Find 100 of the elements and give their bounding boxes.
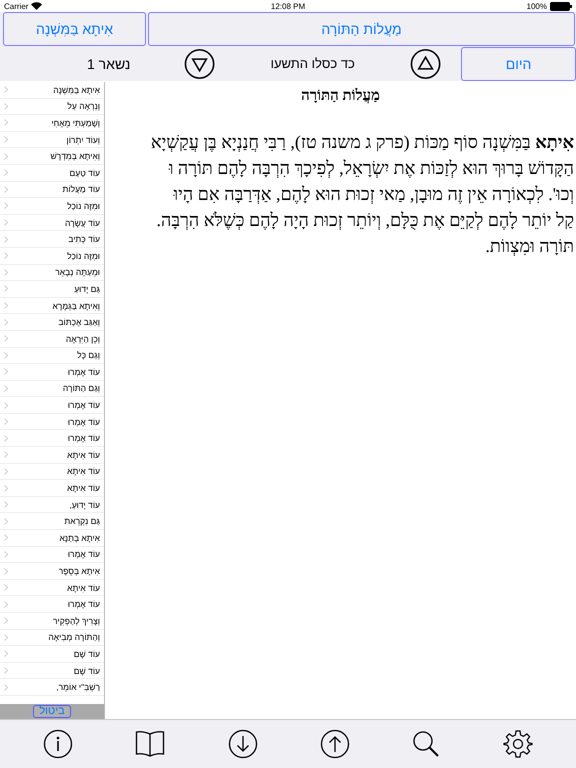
download-icon[interactable] xyxy=(228,729,258,759)
chevron-icon xyxy=(4,518,8,525)
wifi-icon xyxy=(31,2,42,10)
chapter-list-item[interactable]: עוֹד שָׁם xyxy=(0,662,104,680)
chapter-list-item[interactable]: גַּם נִקְרֵאת xyxy=(0,513,104,530)
chevron-icon xyxy=(4,186,8,193)
chapter-list-item[interactable]: רַשְׁבִּ"י אוֹמֵר, xyxy=(0,679,104,696)
chapter-list-item[interactable]: עוֹד אָמְרוּ xyxy=(0,546,104,564)
battery-icon xyxy=(550,2,572,10)
chapter-list-item[interactable]: וְעוֹד יִתְרוֹן xyxy=(0,132,104,148)
chapter-list-item[interactable]: וְנִרְאֶה עַל xyxy=(0,98,104,116)
chapter-title: וּמֵעַתָּה נְבָאֵר xyxy=(55,267,100,278)
chapter-list-item[interactable]: עוֹד אָמְרוּ xyxy=(0,430,104,448)
chevron-icon xyxy=(4,501,8,508)
chapter-title: עוֹד עֲשָׂרָה xyxy=(64,218,100,228)
remaining-label: נשאר 1 xyxy=(86,56,130,72)
chevron-icon xyxy=(4,484,8,492)
chevron-icon xyxy=(4,617,8,624)
article-title: מַעֲלוֹת הַתּוֹרָה xyxy=(300,88,381,105)
article-text-line: אִיתָא בַּמִּשְׁנָה סוֹף מַכּוֹת (פרק ג משנה טז), רַבִּי חֲנַנְיָא בֶּן עֲקַשְׁיָא xyxy=(150,131,574,154)
chapter-title: וּמִזֶּה נוֹכַל xyxy=(67,200,100,211)
chapter-title: עוֹד אָמְרוּ xyxy=(68,366,100,377)
chevron-icon xyxy=(4,335,8,342)
chapter-list-item[interactable]: עוֹד יָדוּעַ, xyxy=(0,496,104,514)
chevron-icon xyxy=(4,568,8,575)
chevron-icon xyxy=(4,236,8,243)
search-icon[interactable] xyxy=(412,730,440,758)
info-icon[interactable] xyxy=(43,729,74,759)
chapter-title: עוֹד אִיתָא xyxy=(67,450,100,460)
settings-icon[interactable] xyxy=(502,729,533,759)
chapter-title: אִיתָא בְּסֵפֶר xyxy=(58,566,100,576)
chapter-list-item[interactable]: עוֹד אָמְרוּ xyxy=(0,397,104,414)
chapter-title: עוֹד מַעֲלוֹת xyxy=(62,184,100,194)
chevron-icon xyxy=(4,600,8,608)
chapter-list-item[interactable]: עוֹד אִיתָא xyxy=(0,464,104,480)
today-button[interactable]: היום xyxy=(461,46,576,80)
title-button[interactable]: מַעֲלוֹת הַתּוֹרָה xyxy=(148,12,575,46)
chapter-list-item[interactable]: וְהַתּוֹרָה מְבִיאָה xyxy=(0,630,104,646)
chapter-list-item[interactable]: אִיתָא בַּמִּשְׁנָה xyxy=(0,82,104,99)
chapter-list-item[interactable]: עוֹד אִיתָא xyxy=(0,447,104,464)
chevron-icon xyxy=(4,368,8,376)
chapter-list-item[interactable]: וְשָׁמַעְתִּי מֵאָחִי xyxy=(0,115,104,132)
book-icon[interactable] xyxy=(135,730,166,758)
chapter-list-item[interactable]: עוֹד אָמְרוּ xyxy=(0,596,104,613)
chevron-icon xyxy=(4,169,8,176)
section-button[interactable]: אִיתָא בַּמִּשְׁנָה xyxy=(3,12,146,46)
chevron-icon xyxy=(4,468,8,475)
chapter-title: עוֹד אָמְרוּ xyxy=(68,416,100,427)
chapter-title: וּמִזֶּה נוֹכַל xyxy=(67,250,100,261)
chevron-icon xyxy=(4,418,8,426)
chapter-list-item[interactable]: גַּם יָדוּעַ xyxy=(0,281,104,298)
chapter-list-item[interactable]: וּמִזֶּה נוֹכַל xyxy=(0,198,104,215)
chapter-list-item[interactable]: וּמִזֶּה נוֹכַל xyxy=(0,248,104,265)
chapter-list-item[interactable]: וְכֵן הַיִּרְאָה xyxy=(0,330,104,348)
chevron-icon xyxy=(4,285,8,292)
chapter-list-item[interactable]: וְגַם כָּל xyxy=(0,348,104,364)
chapter-list-item[interactable]: וְאִיתָא בַּגְּמָרָא xyxy=(0,298,104,314)
chapter-title: עוֹד אָמְרוּ xyxy=(68,549,100,560)
chapter-list-item[interactable]: אִיתָא בְּסֵפֶר xyxy=(0,563,104,580)
chevron-icon xyxy=(4,352,8,359)
chapter-title: גַּם יָדוּעַ xyxy=(74,284,100,294)
chapter-title: עוֹד טַעַם xyxy=(70,168,100,178)
chapter-list-item[interactable]: עוֹד אִיתָא xyxy=(0,580,104,596)
chevron-icon xyxy=(4,252,8,260)
chapter-list-item[interactable]: וְגַם הַתּוֹרָה xyxy=(0,380,104,398)
chevron-icon xyxy=(4,268,8,276)
chapter-title: אִיתָא בְּתַנָּא xyxy=(59,532,100,543)
chapter-title: עוֹד אָמְרוּ xyxy=(68,599,100,610)
chapter-title: עוֹד כְּתִיב xyxy=(68,234,100,244)
chevron-icon xyxy=(4,384,8,392)
chevron-icon xyxy=(4,684,8,691)
chevron-icon xyxy=(4,219,8,226)
chevron-icon xyxy=(4,534,8,542)
chevron-icon xyxy=(4,402,8,409)
chapter-list-item[interactable]: עוֹד מַעֲלוֹת xyxy=(0,182,104,198)
chevron-icon xyxy=(4,667,8,674)
chapter-title: וְאִיתָא בַּגְּמָרָא xyxy=(52,300,100,311)
chapter-list-item[interactable]: עוֹד עֲשָׂרָה xyxy=(0,214,104,232)
chapter-list-item[interactable]: וְצָרִיךְ לְהַפְקִיר xyxy=(0,613,104,630)
article-text-line: תּוֹרָה וּמִצְווֹת. xyxy=(484,235,574,258)
chapter-list-item[interactable]: עוֹד כְּתִיב xyxy=(0,231,104,248)
chapter-title: וְכֵן הַיִּרְאָה xyxy=(66,334,100,344)
chapter-list-item[interactable]: עוֹד שָׁם xyxy=(0,646,104,663)
chevron-icon xyxy=(4,318,8,326)
chapter-list-item[interactable]: וּמֵעַתָּה נְבָאֵר xyxy=(0,264,104,282)
chapter-list-item[interactable]: אִיתָא בְּתַנָּא xyxy=(0,530,104,547)
chapter-list-item[interactable]: עוֹד טַעַם xyxy=(0,164,104,182)
chapter-list-item[interactable]: וְאַגַּב אֶכְתּוֹב xyxy=(0,314,104,331)
chapter-title: עוֹד אִיתָא xyxy=(67,582,100,593)
chapter-list-item[interactable]: עוֹד אִיתָא xyxy=(0,480,104,497)
upload-icon[interactable] xyxy=(320,729,350,759)
chevron-icon xyxy=(4,136,8,144)
chapter-list-item[interactable]: עוֹד אָמְרוּ xyxy=(0,364,104,381)
chevron-icon xyxy=(4,650,8,658)
chevron-icon xyxy=(4,152,8,160)
article-text-line: קַל יוֹתֵר לָהֶם לְקַיֵּם אֶת כֻּלָּם, וְיוֹתֵר זְכוּת הָיָה לָהֶם כְּשֶׁלֹּא הִרְבָּה. xyxy=(155,209,574,232)
chapter-list-item[interactable]: עוֹד אָמְרוּ xyxy=(0,414,104,430)
chapter-title: וְנִרְאֶה עַל xyxy=(67,101,100,112)
chapter-list-item[interactable]: וְאִיתָא בְּמִדְרָשׁ xyxy=(0,148,104,165)
chapter-title: עוֹד אָמְרוּ xyxy=(68,433,100,444)
